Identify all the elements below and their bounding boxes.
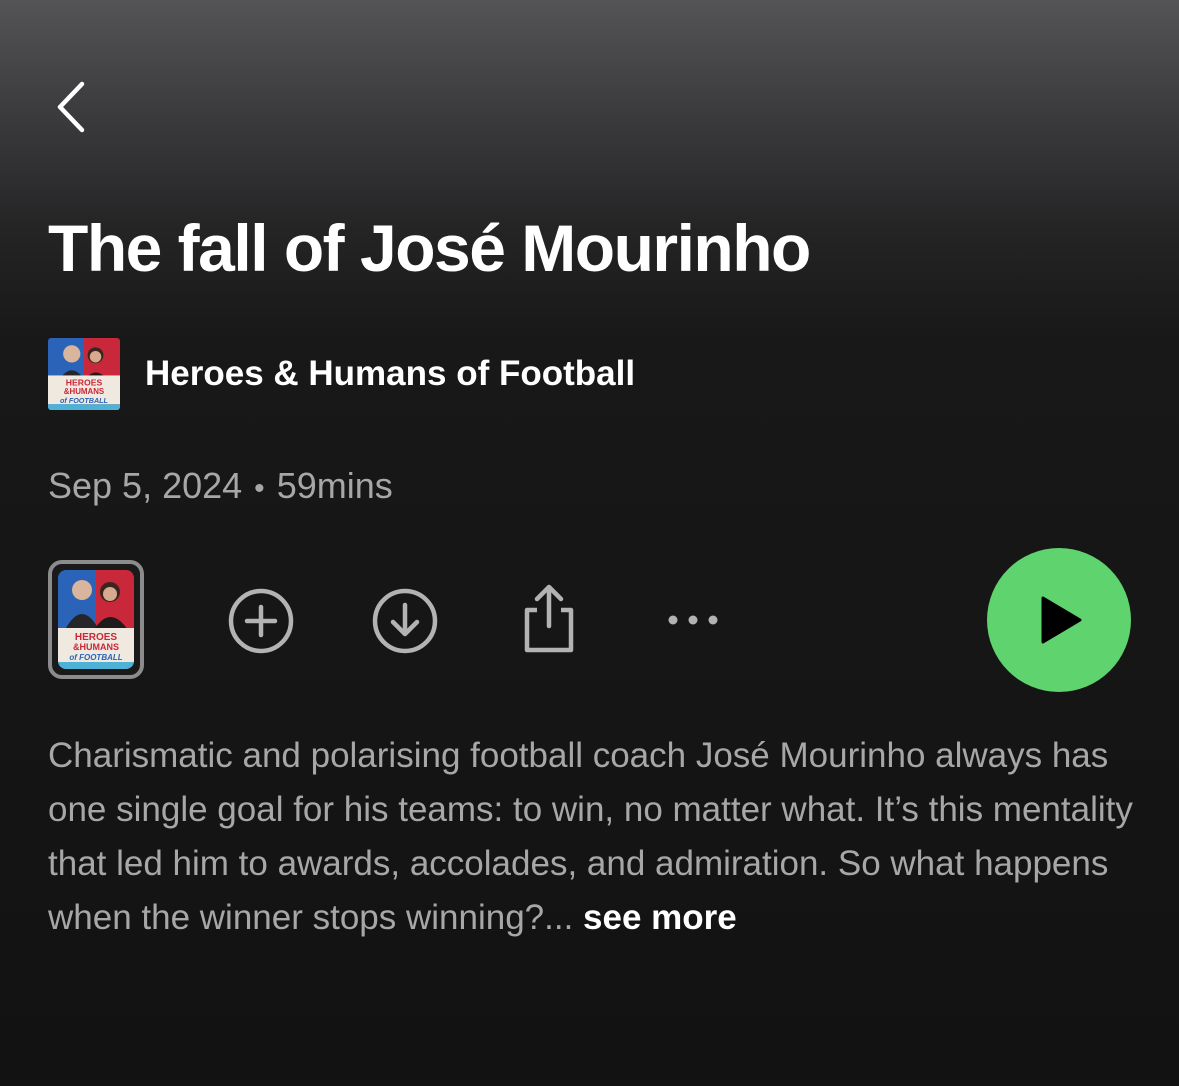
play-button[interactable] xyxy=(987,548,1131,692)
cover-art-line2: &HUMANS xyxy=(73,642,119,652)
add-circle-icon xyxy=(228,588,294,654)
cover-art-line3: of FOOTBALL xyxy=(69,653,122,662)
play-icon xyxy=(1041,596,1082,644)
duration: 59mins xyxy=(276,465,393,506)
episode-meta: Sep 5, 2024 • 59mins xyxy=(48,462,393,513)
show-link[interactable]: HEROES &HUMANS of FOOTBALL Heroes & Huma… xyxy=(48,338,635,410)
show-artwork: HEROES &HUMANS of FOOTBALL xyxy=(48,338,120,410)
see-more-link[interactable]: see more xyxy=(583,898,737,937)
show-artwork-line2: &HUMANS xyxy=(64,387,104,396)
chevron-left-icon xyxy=(57,81,85,133)
episode-title: The fall of José Mourinho xyxy=(48,211,811,285)
download-button[interactable] xyxy=(368,584,442,658)
meta-separator: • xyxy=(254,472,265,505)
show-artwork-line1: HEROES xyxy=(66,378,103,388)
more-options-button[interactable] xyxy=(660,600,726,640)
episode-description: Charismatic and polarising football coac… xyxy=(48,729,1148,945)
back-button[interactable] xyxy=(44,74,96,140)
share-button[interactable] xyxy=(513,578,585,658)
more-dots-icon xyxy=(668,615,718,625)
show-name: Heroes & Humans of Football xyxy=(145,354,636,393)
episode-cover-art: HEROES &HUMANS of FOOTBALL xyxy=(58,570,134,669)
add-to-library-button[interactable] xyxy=(224,584,298,658)
show-artwork-line3: of FOOTBALL xyxy=(60,396,108,405)
release-date: Sep 5, 2024 xyxy=(48,465,243,506)
share-icon xyxy=(524,584,574,653)
episode-cover-button[interactable]: HEROES &HUMANS of FOOTBALL xyxy=(48,560,144,679)
download-circle-icon xyxy=(372,588,438,654)
